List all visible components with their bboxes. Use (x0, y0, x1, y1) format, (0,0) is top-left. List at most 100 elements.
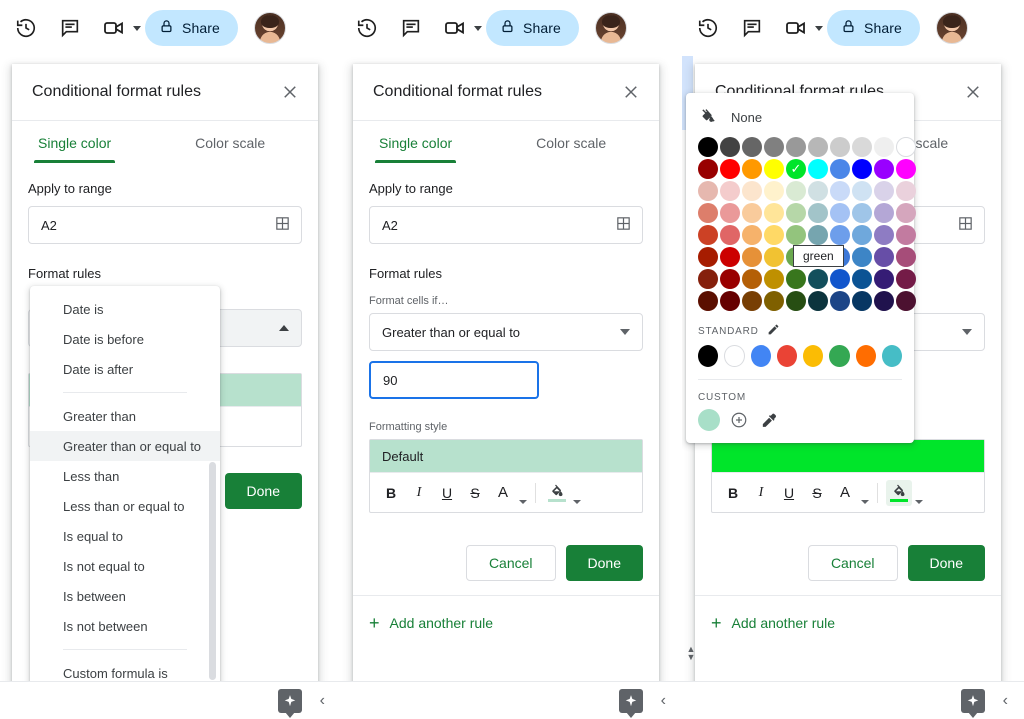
color-swatch[interactable] (830, 159, 850, 179)
color-swatch[interactable] (698, 159, 718, 179)
explore-sparkle-icon[interactable] (618, 688, 643, 718)
color-swatch[interactable] (720, 291, 740, 311)
color-swatch[interactable] (874, 269, 894, 289)
eyedropper-icon[interactable] (758, 410, 778, 430)
color-swatch[interactable] (896, 137, 916, 157)
close-icon[interactable] (278, 80, 302, 104)
comment-icon[interactable] (50, 8, 90, 48)
color-swatch[interactable] (896, 181, 916, 201)
standard-color-swatch[interactable] (698, 345, 719, 367)
chevron-down-icon[interactable] (573, 500, 581, 504)
color-swatch[interactable] (764, 269, 784, 289)
chevron-left-icon[interactable]: ‹ (320, 692, 325, 710)
plus-circle-icon[interactable] (729, 410, 749, 430)
fill-color-button[interactable] (886, 479, 912, 506)
color-swatch[interactable]: ✓ (786, 159, 806, 179)
color-swatch[interactable] (896, 225, 916, 245)
tab-color-scale[interactable]: Color scale (524, 121, 618, 163)
strikethrough-button[interactable]: S (804, 480, 830, 506)
menu-item-is-equal-to[interactable]: Is equal to (30, 521, 220, 551)
italic-button[interactable]: I (406, 480, 432, 506)
chevron-down-icon[interactable] (861, 500, 869, 504)
cancel-button[interactable]: Cancel (465, 545, 556, 581)
color-swatch[interactable] (874, 137, 894, 157)
menu-item-is-not-between[interactable]: Is not between (30, 611, 220, 641)
standard-color-swatch[interactable] (776, 345, 798, 367)
underline-button[interactable]: U (434, 480, 460, 506)
comment-icon[interactable] (732, 8, 772, 48)
close-icon[interactable] (961, 80, 985, 104)
color-swatch[interactable] (764, 203, 784, 223)
grid-select-icon[interactable] (274, 215, 291, 235)
color-swatch[interactable] (808, 269, 828, 289)
standard-colors-row[interactable] (686, 345, 914, 367)
history-clock-icon[interactable] (347, 8, 387, 48)
color-swatch[interactable] (830, 181, 850, 201)
color-grid[interactable]: ✓ (686, 137, 916, 311)
color-swatch[interactable] (742, 269, 762, 289)
color-swatch[interactable] (698, 291, 718, 311)
menu-item-is-between[interactable]: Is between (30, 581, 220, 611)
menu-item-greater-than-or-equal-to[interactable]: Greater than or equal to (30, 431, 220, 461)
color-swatch[interactable] (698, 181, 718, 201)
color-swatch[interactable] (720, 269, 740, 289)
color-swatch[interactable] (852, 247, 872, 267)
meet-video-button[interactable] (94, 8, 141, 48)
color-swatch[interactable] (808, 159, 828, 179)
color-swatch[interactable] (808, 137, 828, 157)
color-swatch[interactable] (896, 291, 916, 311)
color-swatch[interactable] (698, 225, 718, 245)
color-swatch[interactable] (786, 225, 806, 245)
fill-color-button[interactable] (544, 480, 570, 506)
range-input[interactable]: A2 (28, 206, 302, 244)
tab-single-color[interactable]: Single color (367, 121, 464, 163)
color-swatch[interactable] (874, 203, 894, 223)
color-swatch[interactable] (720, 159, 740, 179)
chevron-down-icon[interactable] (620, 329, 630, 335)
chevron-down-icon[interactable] (962, 329, 972, 335)
color-swatch[interactable] (808, 181, 828, 201)
color-swatch[interactable] (764, 247, 784, 267)
custom-colors-row[interactable] (686, 409, 914, 431)
color-swatch[interactable] (830, 291, 850, 311)
color-swatch[interactable] (852, 159, 872, 179)
chevron-left-icon[interactable]: ‹ (661, 692, 666, 710)
color-swatch[interactable] (896, 269, 916, 289)
color-swatch[interactable] (874, 247, 894, 267)
color-swatch[interactable] (742, 203, 762, 223)
color-swatch[interactable] (786, 291, 806, 311)
chevron-down-icon[interactable] (519, 500, 527, 504)
color-swatch[interactable] (830, 137, 850, 157)
menu-item-greater-than[interactable]: Greater than (30, 401, 220, 431)
color-swatch[interactable] (742, 247, 762, 267)
operator-dropdown-menu[interactable]: Date is Date is before Date is after Gre… (30, 286, 220, 718)
color-swatch[interactable] (698, 137, 718, 157)
color-swatch[interactable] (808, 291, 828, 311)
history-clock-icon[interactable] (688, 8, 728, 48)
color-swatch[interactable] (852, 181, 872, 201)
italic-button[interactable]: I (748, 480, 774, 506)
color-swatch[interactable] (720, 203, 740, 223)
cancel-button[interactable]: Cancel (807, 545, 898, 581)
meet-video-button[interactable] (435, 8, 482, 48)
grid-select-icon[interactable] (615, 215, 632, 235)
color-swatch[interactable] (698, 269, 718, 289)
strikethrough-button[interactable]: S (462, 480, 488, 506)
threshold-input[interactable]: 90 (369, 361, 539, 399)
color-swatch[interactable] (874, 225, 894, 245)
color-swatch[interactable] (874, 291, 894, 311)
text-color-button[interactable]: A (490, 480, 516, 506)
color-swatch[interactable] (742, 225, 762, 245)
color-swatch[interactable] (874, 181, 894, 201)
color-swatch[interactable] (808, 225, 828, 245)
color-swatch[interactable] (764, 225, 784, 245)
chevron-up-icon[interactable] (279, 325, 289, 331)
menu-item-less-than-or-equal-to[interactable]: Less than or equal to (30, 491, 220, 521)
explore-sparkle-icon[interactable] (277, 688, 302, 718)
grid-select-icon[interactable] (957, 215, 974, 235)
color-swatch[interactable] (852, 269, 872, 289)
pencil-icon[interactable] (767, 323, 780, 339)
color-picker-popup[interactable]: None ✓ STANDARD CUSTOM (686, 93, 916, 443)
color-swatch[interactable] (896, 159, 916, 179)
menu-item-is-not-equal-to[interactable]: Is not equal to (30, 551, 220, 581)
